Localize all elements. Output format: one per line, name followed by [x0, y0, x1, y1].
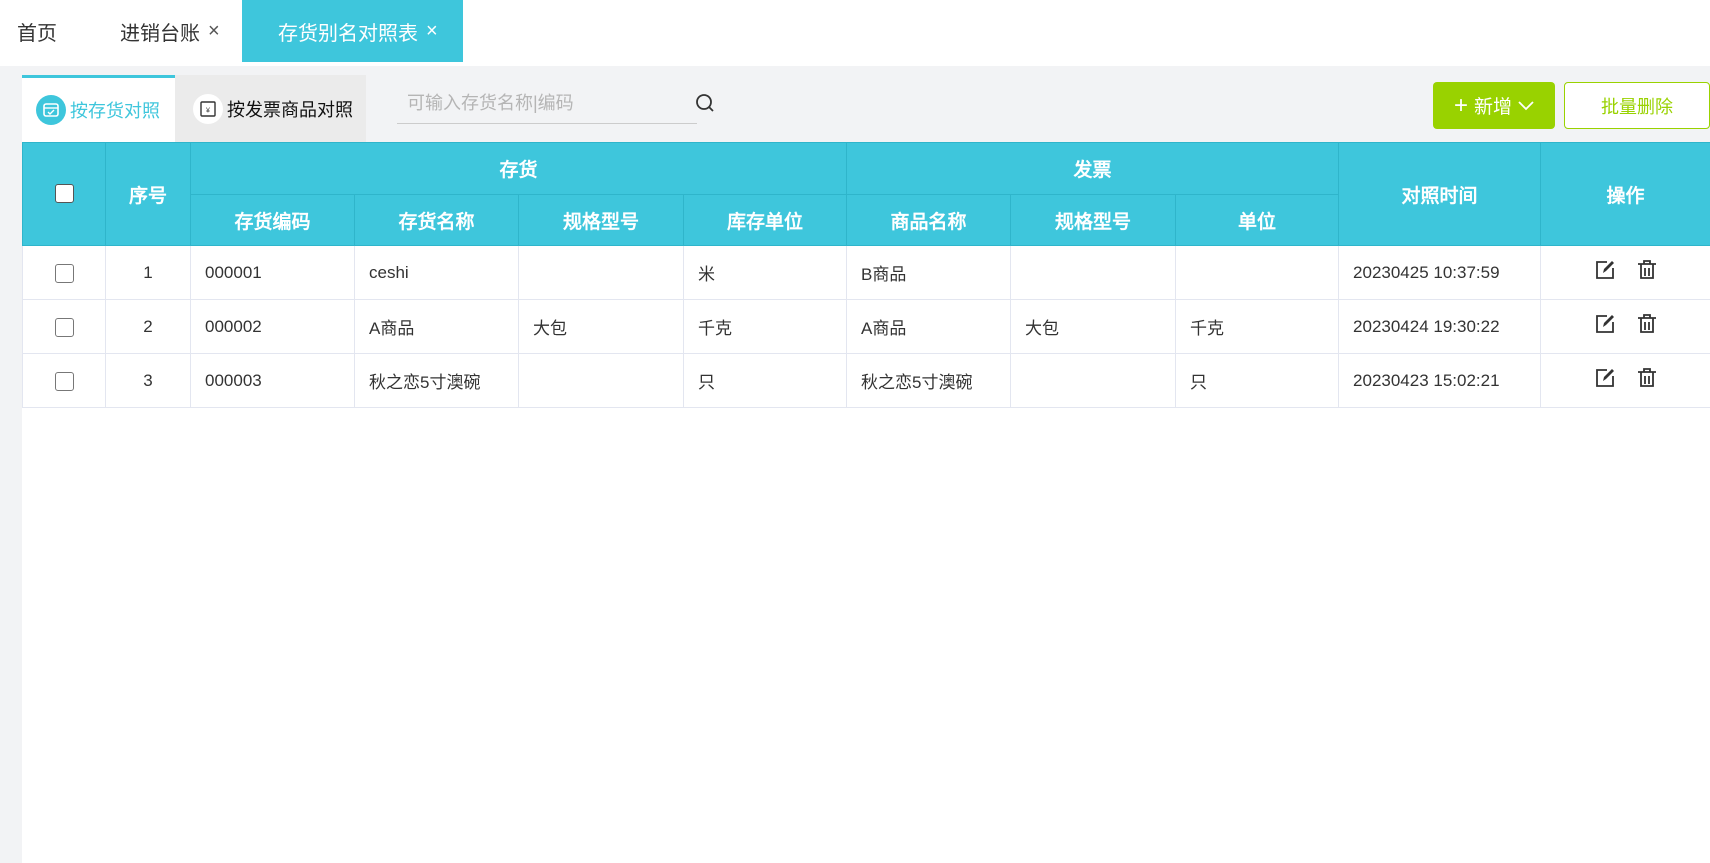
index-cell: 1	[105, 245, 191, 300]
time-cell: 20230423 15:02:21	[1338, 353, 1542, 408]
add-label: 新增	[1474, 97, 1513, 118]
header-inventory: 存货	[189, 142, 848, 195]
header-invoice-spec: 规格型号	[1010, 194, 1177, 246]
invoice-spec-cell	[1010, 353, 1177, 408]
invoice-name-cell: B商品	[846, 245, 1012, 300]
close-icon[interactable]: ×	[426, 20, 438, 43]
search-icon[interactable]	[694, 92, 716, 119]
plus-icon: +	[1453, 91, 1468, 119]
table-row: 3 000003 秋之恋5寸澳碗 只 秋之恋5寸澳碗 只 20230423 15…	[22, 353, 1710, 408]
edit-icon[interactable]	[1595, 368, 1615, 393]
header-index: 序号	[105, 142, 191, 246]
chevron-down-icon	[1518, 100, 1534, 110]
subtab-label: 按存货对照	[70, 101, 160, 121]
header-inventory-name: 存货名称	[354, 194, 519, 246]
unit-cell: 千克	[682, 299, 848, 354]
edit-icon[interactable]	[1595, 314, 1615, 339]
header-stock-unit: 库存单位	[682, 194, 848, 246]
name-cell: 秋之恋5寸澳碗	[354, 353, 519, 408]
invoice-unit-cell: 千克	[1175, 299, 1340, 354]
tab-label: 存货别名对照表	[278, 22, 418, 45]
batch-delete-button[interactable]: 批量删除	[1564, 82, 1710, 129]
edit-icon[interactable]	[1595, 260, 1615, 285]
main-panel: 按存货对照 ¥ 按发票商品对照 + 新增 批量删除 序号 存货 发	[22, 66, 1710, 863]
select-all-header	[22, 142, 106, 246]
index-cell: 3	[105, 353, 191, 408]
invoice-unit-cell	[1175, 245, 1340, 300]
delete-icon[interactable]	[1637, 368, 1657, 393]
tab-label: 首页	[17, 22, 57, 45]
row-select-cell	[22, 353, 106, 408]
spec-cell	[518, 353, 684, 408]
close-icon[interactable]: ×	[208, 20, 220, 43]
unit-cell: 只	[682, 353, 848, 408]
alias-table: 序号 存货 发票 对照时间 操作 存货编码 存货名称 规格型号 库存单位 商品名…	[22, 142, 1710, 408]
tab-ledger[interactable]: 进销台账 ×	[120, 0, 220, 62]
subtab-by-inventory[interactable]: 按存货对照	[22, 75, 175, 142]
subtab-label: 按发票商品对照	[227, 99, 353, 120]
header-inventory-code: 存货编码	[190, 194, 355, 246]
actions-cell	[1540, 245, 1710, 300]
subtab-by-invoice[interactable]: ¥ 按发票商品对照	[175, 75, 366, 142]
batch-delete-label: 批量删除	[1601, 96, 1673, 117]
unit-cell: 米	[682, 245, 848, 300]
search-input[interactable]	[407, 93, 667, 114]
spec-cell	[518, 245, 684, 300]
delete-icon[interactable]	[1637, 314, 1657, 339]
spec-cell: 大包	[518, 299, 684, 354]
invoice-spec-cell	[1010, 245, 1177, 300]
actions-cell	[1540, 299, 1710, 354]
tab-label: 进销台账	[120, 22, 200, 45]
index-cell: 2	[105, 299, 191, 354]
code-cell: 000002	[190, 299, 355, 354]
inventory-box-icon	[36, 95, 66, 125]
name-cell: A商品	[354, 299, 519, 354]
row-checkbox[interactable]	[54, 263, 74, 283]
search-box	[397, 84, 697, 124]
toolbar: 按存货对照 ¥ 按发票商品对照 + 新增 批量删除	[22, 66, 1710, 142]
header-time: 对照时间	[1338, 142, 1542, 246]
actions-cell	[1540, 353, 1710, 408]
header-goods-name: 商品名称	[846, 194, 1012, 246]
invoice-name-cell: 秋之恋5寸澳碗	[846, 353, 1012, 408]
row-select-cell	[22, 299, 106, 354]
row-select-cell	[22, 245, 106, 300]
table-row: 2 000002 A商品 大包 千克 A商品 大包 千克 20230424 19…	[22, 299, 1710, 354]
time-cell: 20230424 19:30:22	[1338, 299, 1542, 354]
invoice-name-cell: A商品	[846, 299, 1012, 354]
select-all-checkbox[interactable]	[54, 184, 74, 204]
tab-home[interactable]: 首页	[17, 0, 57, 62]
top-tab-bar: 首页 进销台账 × 存货别名对照表 ×	[0, 0, 1710, 66]
name-cell: ceshi	[354, 245, 519, 300]
add-button[interactable]: + 新增	[1433, 82, 1555, 129]
invoice-icon: ¥	[193, 93, 223, 124]
header-inventory-spec: 规格型号	[518, 194, 684, 246]
delete-icon[interactable]	[1637, 260, 1657, 285]
invoice-spec-cell: 大包	[1010, 299, 1177, 354]
code-cell: 000001	[190, 245, 355, 300]
header-invoice-unit: 单位	[1175, 194, 1340, 246]
table-row: 1 000001 ceshi 米 B商品 20230425 10:37:59	[22, 245, 1710, 300]
time-cell: 20230425 10:37:59	[1338, 245, 1542, 300]
code-cell: 000003	[190, 353, 355, 408]
header-actions: 操作	[1540, 142, 1710, 246]
header-invoice: 发票	[846, 142, 1340, 195]
row-checkbox[interactable]	[54, 317, 74, 337]
svg-text:¥: ¥	[206, 107, 210, 114]
row-checkbox[interactable]	[54, 371, 74, 391]
tab-alias-table[interactable]: 存货别名对照表 ×	[242, 0, 463, 62]
invoice-unit-cell: 只	[1175, 353, 1340, 408]
